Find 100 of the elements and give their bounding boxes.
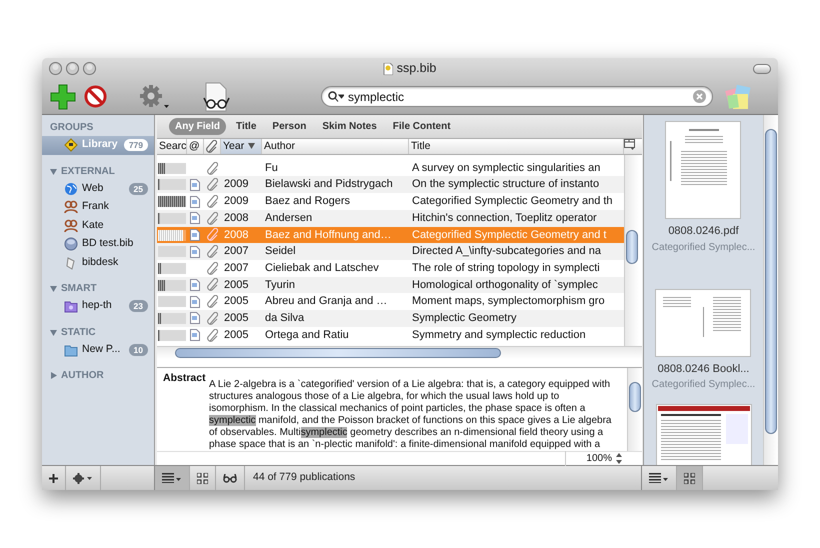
table-cell: 2005 [224, 328, 248, 341]
list-icon [649, 473, 669, 483]
disclosure-icon[interactable] [50, 372, 57, 379]
scroll-thumb[interactable] [765, 129, 777, 434]
section-header: EXTERNAL [61, 164, 115, 178]
section-header: STATIC [61, 326, 96, 340]
preview-icon[interactable] [201, 82, 231, 112]
table-cell: Symmetry and symplectic reduction [412, 328, 586, 341]
scroll-thumb[interactable] [629, 382, 641, 412]
window-title: ssp.bib [396, 60, 436, 78]
group-item[interactable]: Web 25 [42, 180, 154, 198]
count-badge: 779 [124, 139, 148, 152]
table-row[interactable]: 2008 Andersen Hitchin's connection, Toeplitz operator [157, 210, 624, 227]
folder-icon [64, 342, 78, 357]
table-row[interactable]: 2005 Abreu and Granja and … Moment maps, symplectomorphism gro [157, 293, 624, 310]
column-menu-icon[interactable] [624, 138, 636, 150]
column-header[interactable]: Title [411, 138, 430, 154]
disclosure-icon[interactable] [50, 285, 57, 292]
table-cell: Symplectic Geometry [412, 312, 517, 324]
search-icon[interactable] [328, 91, 344, 102]
settings-icon [73, 472, 93, 484]
table-cell: 2007 [224, 245, 248, 258]
disclosure-icon[interactable] [50, 328, 57, 336]
table-cell: Abreu and Granja and … [265, 295, 388, 308]
grid-view-button[interactable] [677, 466, 703, 490]
group-item[interactable]: Kate [42, 216, 154, 235]
table-row[interactable]: 2005 Ortega and Ratiu Symmetry and symplectic reduction [157, 326, 624, 344]
filter-tab[interactable]: Person [266, 118, 312, 135]
group-item[interactable]: Frank [42, 198, 154, 216]
vertical-scrollbar[interactable] [627, 368, 642, 451]
add-icon[interactable] [50, 84, 76, 110]
document-icon [382, 62, 393, 74]
table-cell: Homological orthogonality of `symplec [412, 278, 598, 291]
table-cell: A survey on symplectic singularities an [412, 162, 600, 174]
table-cell: Ortega and Ratiu [265, 328, 349, 341]
scroll-thumb[interactable] [626, 230, 638, 264]
filter-tab[interactable]: Skim Notes [316, 118, 383, 135]
scroll-thumb[interactable] [175, 348, 501, 358]
table-row[interactable]: 2009 Bielawski and Pidstrygach On the symplectic structure of instanto [157, 176, 624, 194]
group-item[interactable]: hep-th 23 [42, 297, 154, 316]
library-icon [64, 138, 78, 152]
vertical-scrollbar[interactable] [763, 115, 778, 465]
paperclip-icon [206, 140, 217, 153]
column-header[interactable]: Searc [159, 138, 186, 154]
folder-icon [64, 299, 78, 314]
table-cell: Tyurin [265, 278, 295, 291]
search-text[interactable]: symplectic [348, 88, 689, 106]
add-icon [49, 474, 58, 482]
search-field[interactable]: symplectic [321, 86, 713, 107]
webpage-thumbnail[interactable] [656, 404, 752, 465]
table-row[interactable]: 2007 Cieliebak and Latschev The role of string topology in symplecti [157, 260, 624, 277]
sphere-icon [64, 237, 78, 252]
file-name: 0808.0246 Bookl... [658, 362, 750, 376]
count-badge: 25 [128, 182, 148, 195]
grid-icon [197, 472, 208, 484]
window-control-icon[interactable] [83, 62, 96, 75]
table-cell: Bielawski and Pidstrygach [265, 178, 393, 190]
section-header: SMART [61, 282, 97, 296]
document-thumbnail[interactable] [655, 288, 752, 356]
toolbar-toggle-button[interactable] [753, 64, 771, 74]
group-item[interactable]: New P... 10 [42, 340, 154, 359]
file-title: Categorified Symplec... [652, 378, 756, 392]
window-control-icon[interactable] [49, 62, 62, 75]
stepper-icon[interactable] [616, 453, 622, 464]
clear-icon[interactable] [693, 90, 706, 103]
table-cell: 2008 [224, 228, 248, 241]
list-view-button[interactable] [155, 466, 190, 490]
section-header: GROUPS [49, 121, 94, 135]
table-cell: Categorified Symplectic Geometry and t [412, 228, 606, 241]
table-row[interactable]: 2009 Baez and Rogers Categorified Symplectic Geometry and th [157, 193, 624, 210]
document-thumbnail[interactable] [665, 121, 742, 219]
table-cell: 2009 [224, 178, 248, 190]
table-cell: On the symplectic structure of instanto [412, 178, 600, 190]
column-header[interactable]: Author [264, 138, 295, 154]
group-item[interactable]: BD test.bib [42, 235, 154, 254]
delete-icon[interactable] [84, 85, 107, 108]
table-row[interactable]: 2005 Tyurin Homological orthogonality of `symplec [157, 276, 624, 294]
abstract-heading: Abstract [162, 371, 207, 386]
settings-icon[interactable] [139, 84, 171, 110]
column-header[interactable]: @ [189, 138, 200, 154]
table-cell: 2005 [224, 295, 248, 308]
table-row[interactable]: Fu A survey on symplectic singularities an [157, 160, 624, 176]
disclosure-icon[interactable] [50, 168, 57, 174]
table-row[interactable]: 2007 Seidel Directed A_\infty-subcategories and na [157, 243, 624, 260]
window-control-icon[interactable] [66, 62, 79, 75]
table-cell: 2007 [224, 262, 248, 274]
table-cell: 2008 [224, 212, 248, 224]
table-cell: Directed A_\infty-subcategories and na [412, 245, 601, 258]
status-text: 44 of 779 publications [253, 470, 356, 486]
vertical-scrollbar[interactable] [624, 154, 639, 346]
horizontal-scrollbar[interactable] [157, 346, 642, 359]
group-item[interactable]: bibdesk [42, 254, 154, 272]
table-cell: Fu [265, 162, 278, 174]
section-header: AUTHOR [61, 369, 104, 383]
glasses-icon [223, 474, 237, 482]
table-row[interactable]: 2005 da Silva Symplectic Geometry [157, 310, 624, 327]
table-cell: Moment maps, symplectomorphism gro [412, 295, 605, 308]
filter-tab[interactable]: Title [230, 118, 262, 135]
filter-tab[interactable]: File Content [386, 118, 457, 135]
globe-icon [64, 182, 78, 196]
